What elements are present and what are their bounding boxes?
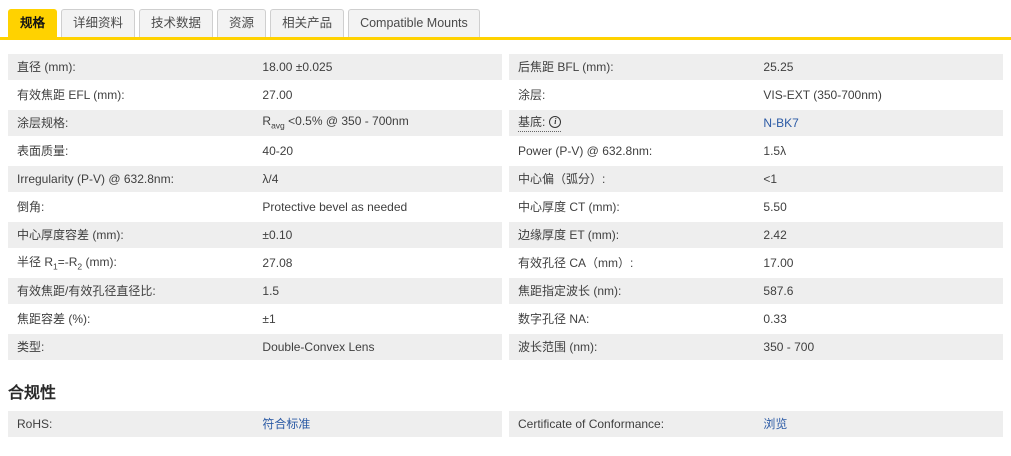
spec-row-bevel: 倒角: Protective bevel as needed xyxy=(8,194,502,220)
spec-label: 焦距容差 (%): xyxy=(8,310,262,327)
compliance-row-rohs: RoHS: 符合标准 xyxy=(8,411,502,437)
substrate-term[interactable]: 基底: i xyxy=(518,113,561,132)
spec-label: Irregularity (P-V) @ 632.8nm: xyxy=(8,172,262,186)
spec-row-f-number: 有效焦距/有效孔径直径比: 1.5 xyxy=(8,278,502,304)
spec-row-coating-spec: 涂层规格: Ravg <0.5% @ 350 - 700nm xyxy=(8,110,502,136)
spec-row-et: 边缘厚度 ET (mm): 2.42 xyxy=(509,222,1003,248)
spec-label: 有效焦距/有效孔径直径比: xyxy=(8,282,262,299)
tab-bar: 规格 详细资料 技术数据 资源 相关产品 Compatible Mounts xyxy=(0,0,1011,37)
rohs-link[interactable]: 符合标准 xyxy=(262,417,310,431)
tab-technical-data[interactable]: 技术数据 xyxy=(139,9,213,37)
spec-row-substrate: 基底: i N-BK7 xyxy=(509,110,1003,136)
spec-value: ±0.10 xyxy=(262,228,502,242)
compliance-heading: 合规性 xyxy=(8,379,1011,403)
spec-label: 类型: xyxy=(8,338,262,355)
spec-value: 25.25 xyxy=(763,60,1003,74)
spec-label: Power (P-V) @ 632.8nm: xyxy=(509,144,763,158)
coc-link[interactable]: 浏览 xyxy=(763,417,787,431)
spec-value: 1.5 xyxy=(262,284,502,298)
spec-value: 5.50 xyxy=(763,200,1003,214)
spec-row-type: 类型: Double-Convex Lens xyxy=(8,334,502,360)
spec-row-radius: 半径 R1=-R2 (mm): 27.08 xyxy=(8,250,502,276)
spec-value: Ravg <0.5% @ 350 - 700nm xyxy=(262,114,502,130)
spec-row-power: Power (P-V) @ 632.8nm: 1.5λ xyxy=(509,138,1003,164)
spec-value: Double-Convex Lens xyxy=(262,340,502,354)
tab-accent-line xyxy=(0,37,1011,40)
spec-row-centration: 中心偏（弧分）: <1 xyxy=(509,166,1003,192)
spec-value: Protective bevel as needed xyxy=(262,200,502,214)
spec-row-surface-quality: 表面质量: 40-20 xyxy=(8,138,502,164)
info-icon[interactable]: i xyxy=(549,116,561,128)
spec-label: Certificate of Conformance: xyxy=(509,417,763,431)
value-post: <0.5% @ 350 - 700nm xyxy=(285,114,409,128)
spec-row-wavelength-range: 波长范围 (nm): 350 - 700 xyxy=(509,334,1003,360)
spec-label: 涂层: xyxy=(509,86,763,103)
spec-value: 350 - 700 xyxy=(763,340,1003,354)
spec-value: 浏览 xyxy=(763,415,1003,432)
substrate-label: 基底: xyxy=(518,113,545,130)
spec-value: N-BK7 xyxy=(763,116,1003,130)
compliance-row-coc: Certificate of Conformance: 浏览 xyxy=(509,411,1003,437)
spec-row-ct: 中心厚度 CT (mm): 5.50 xyxy=(509,194,1003,220)
spec-label: RoHS: xyxy=(8,417,262,431)
spec-value: 2.42 xyxy=(763,228,1003,242)
spec-table: 直径 (mm): 18.00 ±0.025 有效焦距 EFL (mm): 27.… xyxy=(0,54,1011,362)
spec-label: 中心厚度容差 (mm): xyxy=(8,226,262,243)
spec-value: VIS-EXT (350-700nm) xyxy=(763,88,1003,102)
spec-column-left: 直径 (mm): 18.00 ±0.025 有效焦距 EFL (mm): 27.… xyxy=(8,54,502,362)
label-mid: =-R xyxy=(58,255,78,269)
spec-value: 1.5λ xyxy=(763,144,1003,158)
spec-row-coating: 涂层: VIS-EXT (350-700nm) xyxy=(509,82,1003,108)
spec-value: 27.08 xyxy=(262,256,502,270)
spec-label: 后焦距 BFL (mm): xyxy=(509,58,763,75)
spec-label: 半径 R1=-R2 (mm): xyxy=(8,253,262,271)
spec-row-irregularity: Irregularity (P-V) @ 632.8nm: λ/4 xyxy=(8,166,502,192)
substrate-link[interactable]: N-BK7 xyxy=(763,116,798,130)
spec-value: 18.00 ±0.025 xyxy=(262,60,502,74)
spec-label: 边缘厚度 ET (mm): xyxy=(509,226,763,243)
spec-label: 波长范围 (nm): xyxy=(509,338,763,355)
compliance-table: RoHS: 符合标准 Certificate of Conformance: 浏… xyxy=(0,411,1011,439)
spec-label: 倒角: xyxy=(8,198,262,215)
compliance-column-right: Certificate of Conformance: 浏览 xyxy=(509,411,1003,439)
spec-row-na: 数字孔径 NA: 0.33 xyxy=(509,306,1003,332)
tab-related-products[interactable]: 相关产品 xyxy=(270,9,344,37)
spec-row-fl-tolerance: 焦距容差 (%): ±1 xyxy=(8,306,502,332)
spec-value: λ/4 xyxy=(262,172,502,186)
spec-row-diameter: 直径 (mm): 18.00 ±0.025 xyxy=(8,54,502,80)
tab-details[interactable]: 详细资料 xyxy=(61,9,135,37)
tab-compatible-mounts[interactable]: Compatible Mounts xyxy=(348,9,480,37)
spec-label: 有效焦距 EFL (mm): xyxy=(8,86,262,103)
spec-row-clear-aperture: 有效孔径 CA（mm）: 17.00 xyxy=(509,250,1003,276)
spec-row-design-wavelength: 焦距指定波长 (nm): 587.6 xyxy=(509,278,1003,304)
spec-value: ±1 xyxy=(262,312,502,326)
spec-value: <1 xyxy=(763,172,1003,186)
spec-row-bfl: 后焦距 BFL (mm): 25.25 xyxy=(509,54,1003,80)
spec-value: 587.6 xyxy=(763,284,1003,298)
spec-value: 符合标准 xyxy=(262,415,502,432)
spec-column-right: 后焦距 BFL (mm): 25.25 涂层: VIS-EXT (350-700… xyxy=(509,54,1003,362)
spec-value: 40-20 xyxy=(262,144,502,158)
tab-resources[interactable]: 资源 xyxy=(217,9,266,37)
spec-row-efl: 有效焦距 EFL (mm): 27.00 xyxy=(8,82,502,108)
spec-value: 0.33 xyxy=(763,312,1003,326)
spec-label: 数字孔径 NA: xyxy=(509,310,763,327)
spec-label: 表面质量: xyxy=(8,142,262,159)
label-post: (mm): xyxy=(82,255,117,269)
spec-label: 中心偏（弧分）: xyxy=(509,170,763,187)
spec-value: 27.00 xyxy=(262,88,502,102)
value-pre: R xyxy=(262,114,271,128)
spec-label: 基底: i xyxy=(509,113,763,132)
value-subscript: avg xyxy=(271,121,285,131)
spec-label: 有效孔径 CA（mm）: xyxy=(509,254,763,271)
spec-row-ct-tolerance: 中心厚度容差 (mm): ±0.10 xyxy=(8,222,502,248)
spec-label: 涂层规格: xyxy=(8,114,262,131)
compliance-column-left: RoHS: 符合标准 xyxy=(8,411,502,439)
label-pre: 半径 R xyxy=(17,255,53,269)
spec-label: 焦距指定波长 (nm): xyxy=(509,282,763,299)
spec-value: 17.00 xyxy=(763,256,1003,270)
spec-label: 直径 (mm): xyxy=(8,58,262,75)
spec-label: 中心厚度 CT (mm): xyxy=(509,198,763,215)
tab-specs[interactable]: 规格 xyxy=(8,9,57,37)
